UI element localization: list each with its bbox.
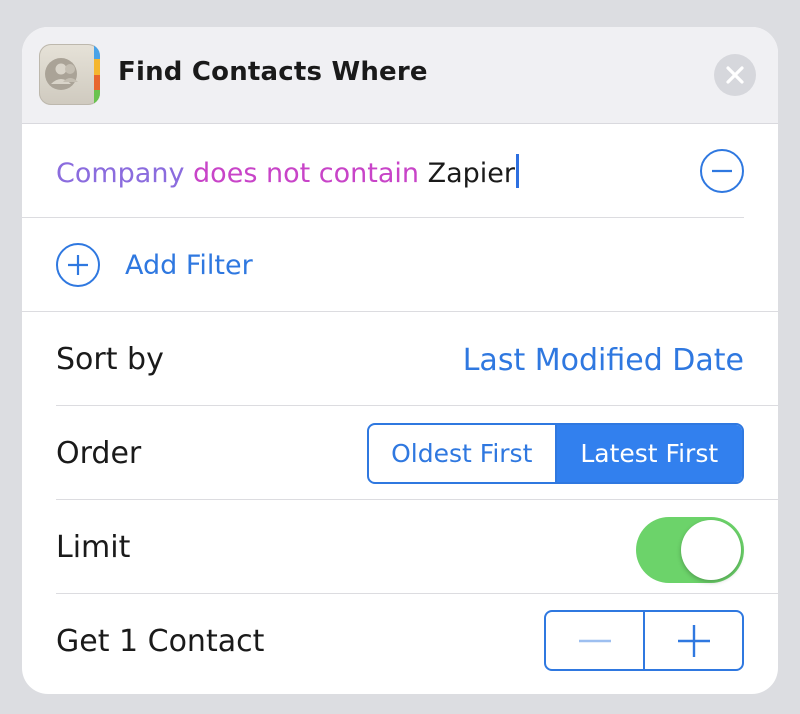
limit-row: Limit bbox=[22, 500, 778, 594]
find-contacts-action-card: Find Contacts Where Company does not con… bbox=[22, 27, 778, 694]
close-icon bbox=[726, 66, 744, 84]
remove-filter-button[interactable] bbox=[700, 149, 744, 193]
filter-value-input[interactable]: Zapier bbox=[428, 158, 515, 189]
filter-expression[interactable]: Company does not contain Zapier bbox=[56, 154, 519, 189]
filter-row: Company does not contain Zapier bbox=[22, 124, 778, 218]
count-stepper bbox=[544, 610, 744, 671]
text-cursor bbox=[516, 154, 519, 188]
order-segmented-control: Oldest First Latest First bbox=[367, 423, 744, 484]
action-title: Find Contacts Where bbox=[118, 57, 428, 87]
plus-circle-icon bbox=[68, 255, 88, 275]
toggle-knob bbox=[681, 520, 741, 580]
add-filter-label[interactable]: Add Filter bbox=[125, 250, 253, 281]
order-option-latest-first[interactable]: Latest First bbox=[554, 425, 742, 482]
get-count-row: Get 1 Contact bbox=[22, 594, 778, 688]
order-option-oldest-first[interactable]: Oldest First bbox=[369, 425, 555, 482]
add-filter-button[interactable] bbox=[56, 243, 100, 287]
add-filter-row[interactable]: Add Filter bbox=[22, 218, 778, 312]
get-count-label: Get 1 Contact bbox=[56, 624, 265, 659]
close-button[interactable] bbox=[714, 54, 756, 96]
minus-circle-icon bbox=[712, 169, 732, 173]
sort-by-label: Sort by bbox=[56, 342, 164, 377]
increment-button[interactable] bbox=[643, 612, 742, 669]
filter-operator-token[interactable]: does not contain bbox=[193, 158, 419, 189]
action-header: Find Contacts Where bbox=[22, 27, 778, 124]
order-row: Order Oldest First Latest First bbox=[22, 406, 778, 500]
limit-toggle[interactable] bbox=[636, 517, 744, 583]
decrement-button[interactable] bbox=[546, 612, 643, 669]
sort-by-row: Sort by Last Modified Date bbox=[22, 312, 778, 406]
filter-field-token[interactable]: Company bbox=[56, 158, 184, 189]
limit-label: Limit bbox=[56, 530, 131, 565]
plus-icon bbox=[677, 624, 710, 657]
minus-icon bbox=[578, 639, 611, 642]
order-label: Order bbox=[56, 436, 142, 471]
contacts-app-icon bbox=[39, 44, 100, 105]
sort-by-value[interactable]: Last Modified Date bbox=[463, 343, 744, 378]
